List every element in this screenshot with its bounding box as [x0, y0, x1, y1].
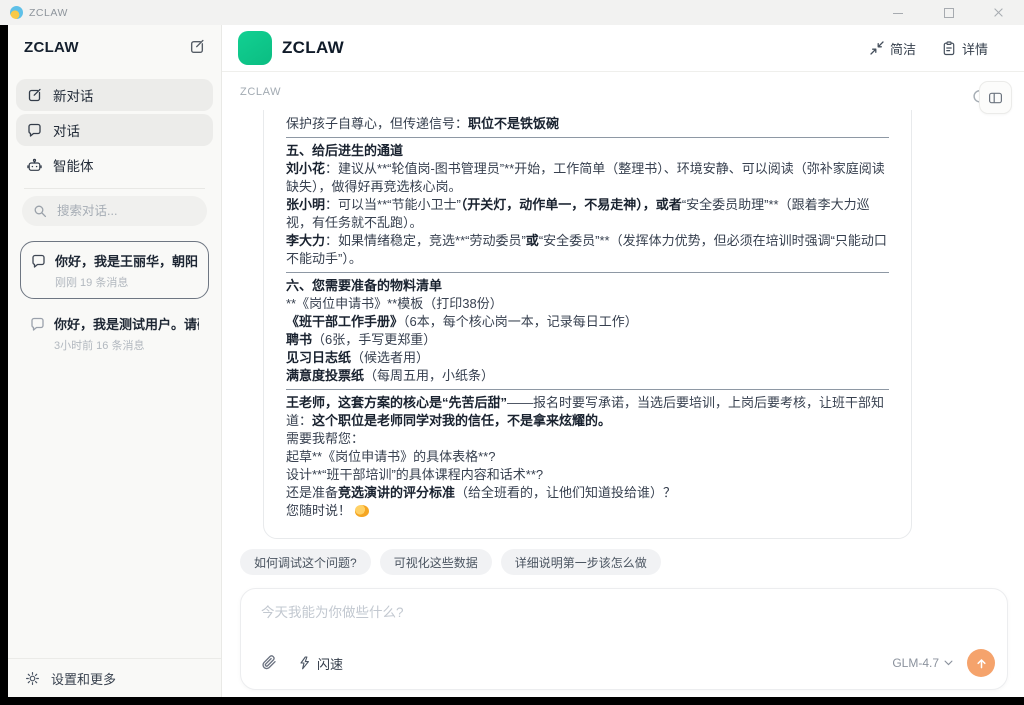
chat-bubble-icon — [27, 123, 42, 138]
message-paragraph: 保护孩子自尊心，但传递信号：职位不是铁饭碗 — [286, 115, 889, 133]
model-selector[interactable]: GLM-4.7 — [892, 656, 953, 670]
maximize-icon[interactable] — [940, 5, 956, 21]
chevron-down-icon — [944, 660, 953, 666]
attachment-icon[interactable] — [261, 655, 278, 672]
conversation-area: ZCLAW 保护孩子自尊心，但传递信号：职位不是铁饭碗五、给后进生的通道刘小花：… — [222, 72, 1024, 697]
search-icon — [33, 204, 47, 218]
clipboard-icon — [942, 41, 956, 56]
message-paragraph: 五、给后进生的通道 — [286, 142, 889, 160]
suggestion-chips: 如何调试这个问题? 可视化这些数据 详细说明第一步该怎么做 — [240, 549, 661, 575]
suggestion-chip[interactable]: 如何调试这个问题? — [240, 549, 371, 575]
flash-mode-button[interactable]: 闪速 — [298, 654, 343, 673]
message-paragraph: 起草**《岗位申请书》的具体表格**? — [286, 448, 889, 466]
brand-logo — [238, 31, 272, 65]
chat-list-item[interactable]: 你好，我是王丽华，朝阳区... 刚刚 19 条消息 — [20, 241, 209, 299]
assistant-message: 保护孩子自尊心，但传递信号：职位不是铁饭碗五、给后进生的通道刘小花：建议从**“… — [263, 110, 912, 539]
chat-title: 你好，我是王丽华，朝阳区... — [55, 251, 198, 270]
message-scroll-viewport[interactable]: 保护孩子自尊心，但传递信号：职位不是铁饭碗五、给后进生的通道刘小花：建议从**“… — [263, 110, 912, 544]
message-paragraph: 王老师，这套方案的核心是“先苦后甜”——报名时要写承诺，当选后要培训，上岗后要考… — [286, 394, 889, 430]
message-paragraph: 聘书（6张，手写更郑重） — [286, 331, 889, 349]
message-paragraph: 还是准备竞选演讲的评分标准（给全班看的，让他们知道投给谁）？ — [286, 484, 889, 502]
model-name: GLM-4.7 — [892, 656, 939, 670]
os-titlebar: ZCLAW — [0, 0, 1024, 25]
compact-mode-label: 简洁 — [890, 39, 916, 58]
message-divider — [286, 272, 889, 273]
chat-list: 你好，我是王丽华，朝阳区... 刚刚 19 条消息 你好，我是测试用户。请确..… — [20, 241, 209, 361]
message-paragraph: 您随时说！ — [286, 502, 889, 520]
window-controls — [890, 5, 1014, 21]
chat-meta: 刚刚 19 条消息 — [55, 274, 198, 290]
brand-wordmark: ZCLAW — [282, 38, 344, 58]
settings-and-more[interactable]: 设置和更多 — [8, 658, 221, 697]
message-paragraph: 满意度投票纸（每周五用，小纸条） — [286, 367, 889, 385]
message-paragraph: 张小明：可以当**“节能小卫士”（开关灯，动作单一，不易走神），或者“安全委员助… — [286, 196, 889, 232]
message-divider — [286, 389, 889, 390]
suggestion-chip[interactable]: 可视化这些数据 — [380, 549, 492, 575]
sidebar-item-new-chat[interactable]: 新对话 — [16, 79, 213, 111]
sidebar-divider — [24, 188, 205, 189]
message-paragraph: 《班干部工作手册》（6本，每个核心岗一本，记录每日工作） — [286, 313, 889, 331]
message-paragraph: 需要我帮您： — [286, 430, 889, 448]
sidebar: ZCLAW 新对话 — [8, 25, 222, 697]
message-paragraph: 六、您需要准备的物料清单 — [286, 277, 889, 295]
compact-mode-button[interactable]: 简洁 — [870, 39, 916, 58]
chat-title: 你好，我是测试用户。请确... — [54, 314, 199, 333]
collapse-icon — [870, 41, 884, 55]
main-panel: ZCLAW 简洁 — [222, 25, 1024, 697]
detail-mode-button[interactable]: 详情 — [942, 39, 988, 58]
sidebar-brand: ZCLAW — [24, 39, 79, 56]
message-paragraph: **《岗位申请书》**模板（打印38份） — [286, 295, 889, 313]
detail-mode-label: 详情 — [962, 39, 988, 58]
sidebar-item-label: 智能体 — [53, 155, 94, 175]
flash-mode-label: 闪速 — [317, 654, 343, 673]
side-panel-toggle-icon[interactable] — [979, 81, 1012, 114]
message-input[interactable] — [261, 601, 987, 641]
chat-bubble-icon — [30, 317, 45, 353]
gear-icon — [25, 671, 40, 686]
suggestion-chip[interactable]: 详细说明第一步该怎么做 — [501, 549, 661, 575]
send-button[interactable] — [967, 649, 995, 677]
sidebar-item-label: 新对话 — [53, 85, 94, 105]
search-box[interactable] — [22, 196, 207, 226]
composer: 闪速 GLM-4.7 — [240, 588, 1008, 690]
chat-bubble-icon — [31, 254, 46, 290]
message-paragraph: 见习日志纸（候选者用） — [286, 349, 889, 367]
message-divider — [286, 137, 889, 138]
sidebar-item-label: 对话 — [53, 120, 80, 140]
titlebar-app-title: ZCLAW — [29, 7, 68, 19]
main-header: ZCLAW 简洁 — [222, 25, 1024, 72]
chat-list-item[interactable]: 你好，我是测试用户。请确... 3小时前 16 条消息 — [20, 305, 209, 361]
sidebar-item-agents[interactable]: 智能体 — [16, 149, 213, 181]
sidebar-item-chats[interactable]: 对话 — [16, 114, 213, 146]
new-chat-compose-icon[interactable] — [189, 39, 205, 55]
search-input[interactable] — [55, 203, 189, 219]
settings-label: 设置和更多 — [51, 669, 116, 688]
message-paragraph: 刘小花：建议从**“轮值岗-图书管理员”**开始，工作简单（整理书）、环境安静、… — [286, 160, 889, 196]
message-paragraph: 李大力：如果情绪稳定，竞选**“劳动委员”或“安全委员”**（发挥体力优势，但必… — [286, 232, 889, 268]
compose-icon — [27, 88, 42, 103]
robot-icon — [27, 158, 42, 173]
conversation-label: ZCLAW — [240, 86, 281, 98]
sidebar-nav: 新对话 对话 — [8, 75, 221, 181]
message-paragraph: 设计**“班干部培训”的具体课程内容和话术**? — [286, 466, 889, 484]
lightning-icon — [298, 656, 311, 670]
app-icon — [10, 6, 23, 19]
app-window: ZCLAW 新对话 — [8, 25, 1024, 697]
minimize-icon[interactable] — [890, 5, 906, 21]
chat-meta: 3小时前 16 条消息 — [54, 337, 199, 353]
close-icon[interactable] — [990, 5, 1006, 21]
muscle-emoji — [355, 505, 369, 517]
